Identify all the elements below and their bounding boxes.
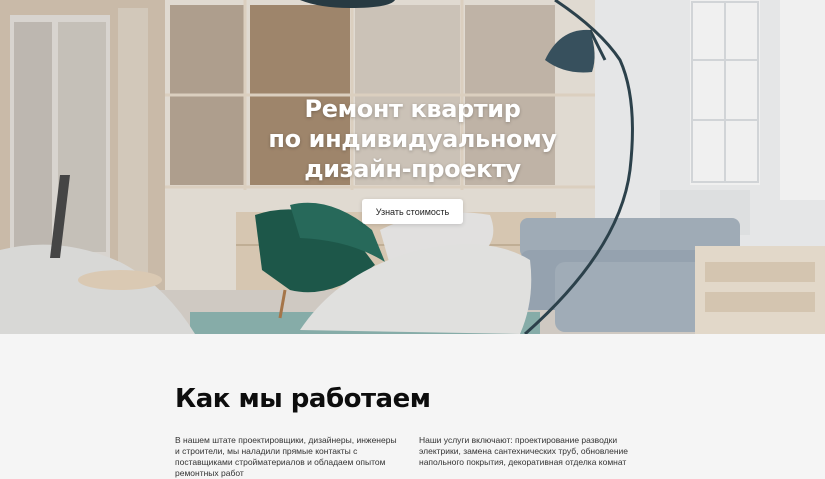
how-we-work-section: Как мы работаем В нашем штате проектиров… [0,334,825,478]
hero-title-line: по индивидуальному [268,125,557,153]
hero-title-line: Ремонт квартир [304,95,521,123]
section-title: Как мы работаем [175,384,431,414]
hero-banner: Ремонт квартир по индивидуальному дизайн… [0,0,825,334]
section-text-left: В нашем штате проектировщики, дизайнеры,… [175,435,397,478]
hero-title: Ремонт квартир по индивидуальному дизайн… [203,94,623,184]
get-price-button[interactable]: Узнать стоимость [361,199,464,224]
hero-content: Ремонт квартир по индивидуальному дизайн… [0,94,825,224]
hero-title-line: дизайн-проекту [304,155,521,183]
section-text-right: Наши услуги включают: проектирование раз… [419,435,629,467]
